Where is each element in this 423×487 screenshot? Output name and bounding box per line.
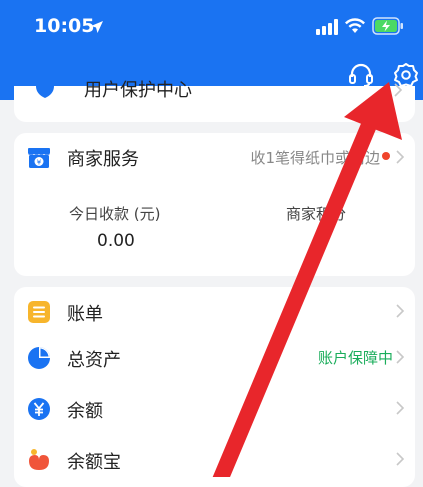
merchant-points-label: 商家积分 (286, 205, 347, 223)
svg-text:¥: ¥ (37, 159, 42, 167)
menu-item-label: 账单 (67, 304, 103, 325)
wifi-icon (345, 18, 365, 33)
battery-charging-icon (372, 17, 403, 35)
menu-item-yuebao[interactable]: 余额宝 (14, 435, 415, 485)
user-protection-label: 用户保护中心 (84, 80, 192, 101)
location-arrow-icon (91, 21, 103, 33)
menu-item-balance[interactable]: 余额 (14, 384, 415, 434)
headset-icon[interactable] (348, 62, 374, 88)
chevron-right-icon (396, 452, 405, 466)
merchant-promo-text: 收1笔得纸巾或周边 (250, 149, 380, 167)
user-protection-card[interactable]: 用户保护中心 (14, 80, 415, 122)
chevron-right-icon (396, 350, 405, 364)
store-icon: ¥ (28, 148, 50, 168)
yuebao-icon (29, 449, 49, 470)
shield-icon (36, 80, 54, 98)
menu-item-label: 余额 (67, 401, 103, 422)
merchant-service-card: ¥ 商家服务 收1笔得纸巾或周边 今日收款 (元) 0.00 商家积分 0 (14, 133, 415, 276)
cellular-signal-icon (316, 19, 338, 35)
app-header: 10:05 (0, 0, 423, 100)
menu-item-total-assets[interactable]: 总资产 账户保障中 (14, 333, 415, 383)
asset-menu-card: 账单 总资产 账户保障中 余额 余额宝 (14, 287, 415, 487)
today-receipts-label: 今日收款 (元) (69, 205, 161, 223)
chevron-right-icon (394, 83, 403, 97)
pie-chart-icon (28, 347, 50, 369)
status-time: 10:05 (34, 15, 95, 37)
menu-item-label: 余额宝 (67, 452, 121, 473)
chevron-right-icon (396, 304, 405, 318)
menu-item-bill[interactable]: 账单 (14, 287, 415, 337)
chevron-right-icon (396, 150, 405, 164)
menu-item-label: 总资产 (67, 350, 121, 371)
yuan-coin-icon (28, 398, 50, 420)
status-bar: 10:05 (0, 0, 423, 56)
chevron-right-icon (396, 401, 405, 415)
merchant-service-title: 商家服务 (67, 149, 139, 170)
account-protected-badge: 账户保障中 (317, 349, 393, 367)
merchant-service-row[interactable]: ¥ 商家服务 收1笔得纸巾或周边 (14, 133, 415, 181)
notification-dot (382, 152, 390, 160)
bill-icon (28, 301, 50, 323)
today-receipts-value[interactable]: 0.00 (97, 231, 135, 251)
merchant-points-value[interactable]: 0 (313, 231, 324, 251)
